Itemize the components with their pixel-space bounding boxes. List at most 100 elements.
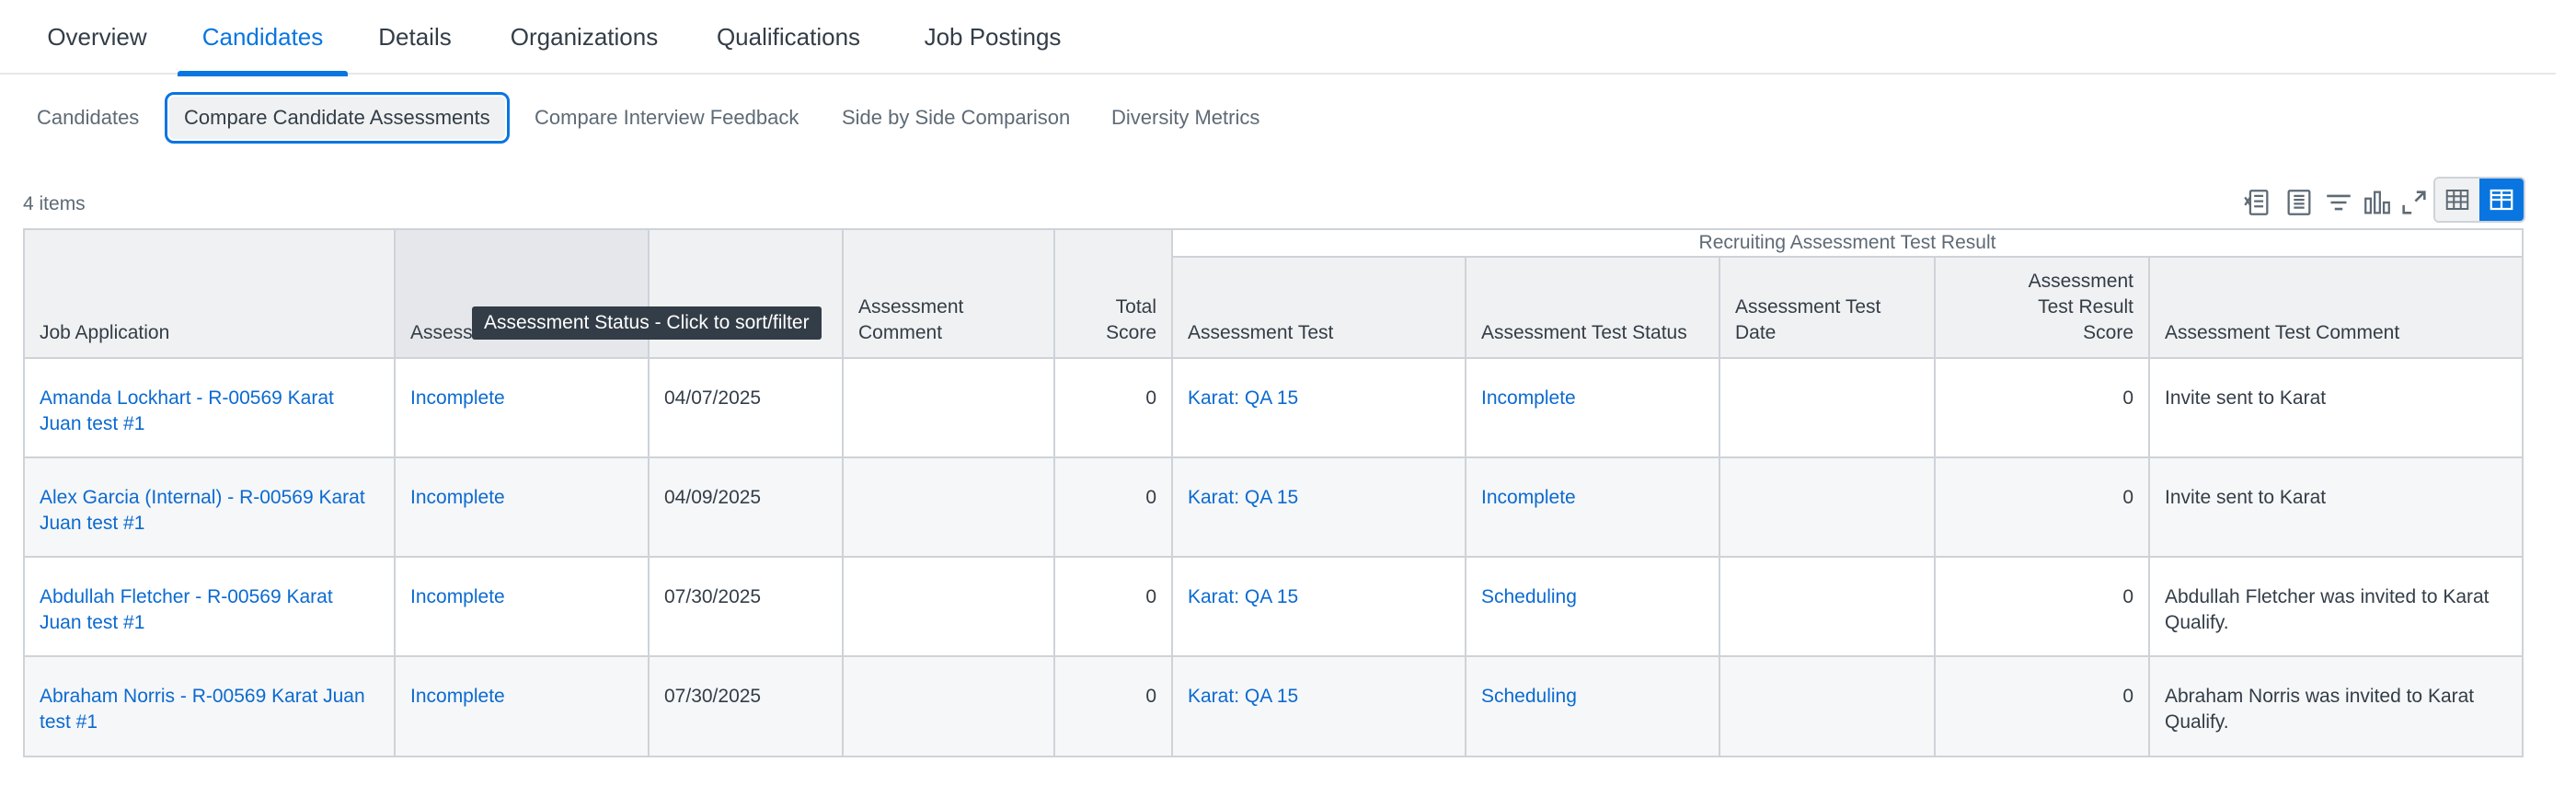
header-assessment-test-status[interactable]: Assessment Test Status bbox=[1466, 258, 1720, 359]
table-cell bbox=[1720, 359, 1936, 458]
subtab-compare-interview-feedback[interactable]: Compare Interview Feedback bbox=[535, 92, 799, 144]
table-cell: 0 bbox=[1055, 657, 1173, 757]
group-header-recruiting-assessment: Recruiting Assessment Test Result bbox=[1173, 230, 2524, 258]
header-assessment-date[interactable]: Assessment Date bbox=[650, 230, 844, 359]
tab-qualifications[interactable]: Qualifications bbox=[701, 0, 876, 75]
job-application-link[interactable]: Abdullah Fletcher - R-00569 Karat Juan t… bbox=[40, 586, 333, 633]
tab-job-postings[interactable]: Job Postings bbox=[906, 0, 1079, 75]
assessment-status-link[interactable]: Incomplete bbox=[410, 586, 505, 607]
column-header-label: Assessment Test Date bbox=[1735, 296, 1881, 343]
table-cell bbox=[1720, 558, 1936, 657]
column-header-label: Assessment Comment bbox=[858, 296, 964, 343]
table-cell: Incomplete bbox=[1466, 359, 1720, 458]
grid-view-icon bbox=[2490, 189, 2513, 211]
filter-icon bbox=[2327, 194, 2351, 211]
header-assessment-test-date[interactable]: Assessment Test Date bbox=[1720, 258, 1936, 359]
assessment-date: 04/07/2025 bbox=[664, 387, 762, 409]
job-application-link[interactable]: Abraham Norris - R-00569 Karat Juan test… bbox=[40, 686, 365, 733]
table-cell: Incomplete bbox=[396, 558, 650, 657]
view-toggle bbox=[2433, 177, 2525, 223]
assessment-status-link[interactable]: Incomplete bbox=[410, 487, 505, 508]
top-tab-bar: Overview Candidates Details Organization… bbox=[0, 0, 2556, 76]
export-pdf-button[interactable] bbox=[2281, 180, 2317, 225]
fullscreen-icon bbox=[2402, 191, 2426, 214]
header-assessment-test[interactable]: Assessment Test bbox=[1173, 258, 1466, 359]
table-cell: 0 bbox=[1936, 458, 2150, 558]
tab-details[interactable]: Details bbox=[361, 0, 469, 75]
column-header-label: Assessment Test Result Score bbox=[2028, 271, 2133, 343]
job-application-link[interactable]: Alex Garcia (Internal) - R-00569 Karat J… bbox=[40, 487, 365, 534]
table-cell: 0 bbox=[1055, 359, 1173, 458]
column-header-label: Total Score bbox=[1106, 296, 1156, 343]
table-cell: 04/07/2025 bbox=[650, 359, 844, 458]
header-assessment-test-result-score[interactable]: Assessment Test Result Score bbox=[1936, 258, 2150, 359]
table-cell: Abdullah Fletcher was invited to Karat Q… bbox=[2150, 558, 2524, 657]
tab-label: Details bbox=[378, 23, 452, 51]
assessment-test-link[interactable]: Karat: QA 15 bbox=[1188, 686, 1298, 707]
column-header-label: Assessment Test bbox=[1188, 322, 1334, 343]
table-cell bbox=[844, 359, 1055, 458]
fullscreen-button[interactable] bbox=[2396, 180, 2432, 225]
table-cell: Amanda Lockhart - R-00569 Karat Juan tes… bbox=[25, 359, 396, 458]
test-comment: Invite sent to Karat bbox=[2165, 387, 2327, 409]
column-header-label: Assessment Test Status bbox=[1481, 322, 1687, 343]
header-assessment-status[interactable]: Assessment Status bbox=[396, 230, 650, 359]
table-cell bbox=[844, 657, 1055, 757]
header-assessment-comment[interactable]: Assessment Comment bbox=[844, 230, 1055, 359]
assessment-test-status-link[interactable]: Scheduling bbox=[1481, 686, 1577, 707]
table-cell: Abraham Norris - R-00569 Karat Juan test… bbox=[25, 657, 396, 757]
assessment-test-status-link[interactable]: Incomplete bbox=[1481, 387, 1576, 409]
grid-view-button[interactable] bbox=[2479, 179, 2524, 221]
tab-overview[interactable]: Overview bbox=[26, 0, 168, 75]
subtab-compare-candidate-assessments[interactable]: Compare Candidate Assessments bbox=[165, 92, 510, 144]
column-header-label: Job Application bbox=[40, 322, 170, 343]
table-cell: 07/30/2025 bbox=[650, 558, 844, 657]
table-cell bbox=[1720, 657, 1936, 757]
table-view-button[interactable] bbox=[2435, 179, 2479, 221]
subtab-side-by-side-comparison[interactable]: Side by Side Comparison bbox=[842, 92, 1070, 144]
active-tab-indicator bbox=[178, 71, 348, 76]
assessments-grid: Recruiting Assessment Test Result Job Ap… bbox=[23, 228, 2524, 757]
tab-candidates[interactable]: Candidates bbox=[178, 0, 348, 76]
items-count: 4 items bbox=[23, 193, 86, 214]
job-application-link[interactable]: Amanda Lockhart - R-00569 Karat Juan tes… bbox=[40, 387, 334, 434]
table-cell: Incomplete bbox=[396, 458, 650, 558]
header-total-score[interactable]: Total Score bbox=[1055, 230, 1173, 359]
export-excel-button[interactable] bbox=[2238, 180, 2275, 225]
assessment-test-link[interactable]: Karat: QA 15 bbox=[1188, 387, 1298, 409]
table-cell: Invite sent to Karat bbox=[2150, 359, 2524, 458]
column-header-label: Assessment Test Comment bbox=[2165, 322, 2400, 343]
subtab-label: Side by Side Comparison bbox=[842, 106, 1071, 129]
table-cell: Scheduling bbox=[1466, 558, 1720, 657]
subtab-label: Compare Candidate Assessments bbox=[184, 106, 490, 129]
test-comment: Invite sent to Karat bbox=[2165, 487, 2327, 508]
table-cell: Invite sent to Karat bbox=[2150, 458, 2524, 558]
export-excel-icon bbox=[2244, 190, 2269, 215]
table-cell: 07/30/2025 bbox=[650, 657, 844, 757]
filter-button[interactable] bbox=[2320, 180, 2357, 225]
tab-label: Candidates bbox=[201, 23, 324, 51]
table-cell: Karat: QA 15 bbox=[1173, 359, 1466, 458]
tab-label: Overview bbox=[47, 23, 147, 51]
total-score: 0 bbox=[1145, 586, 1156, 607]
assessment-test-status-link[interactable]: Incomplete bbox=[1481, 487, 1576, 508]
assessment-test-link[interactable]: Karat: QA 15 bbox=[1188, 586, 1298, 607]
table-cell: 0 bbox=[1055, 458, 1173, 558]
assessment-test-status-link[interactable]: Scheduling bbox=[1481, 586, 1577, 607]
subtab-candidates[interactable]: Candidates bbox=[37, 92, 139, 144]
table-cell: 0 bbox=[1936, 558, 2150, 657]
total-score: 0 bbox=[1145, 686, 1156, 707]
assessment-status-link[interactable]: Incomplete bbox=[410, 387, 505, 409]
table-cell: 0 bbox=[1055, 558, 1173, 657]
test-comment: Abdullah Fletcher was invited to Karat Q… bbox=[2165, 586, 2490, 633]
header-assessment-test-comment[interactable]: Assessment Test Comment bbox=[2150, 258, 2524, 359]
result-score: 0 bbox=[2122, 686, 2133, 707]
assessment-status-link[interactable]: Incomplete bbox=[410, 686, 505, 707]
table-cell: Incomplete bbox=[396, 657, 650, 757]
chart-button[interactable] bbox=[2359, 180, 2396, 225]
table-cell: 04/09/2025 bbox=[650, 458, 844, 558]
subtab-diversity-metrics[interactable]: Diversity Metrics bbox=[1111, 92, 1259, 144]
header-job-application[interactable]: Job Application bbox=[25, 230, 396, 359]
assessment-test-link[interactable]: Karat: QA 15 bbox=[1188, 487, 1298, 508]
tab-organizations[interactable]: Organizations bbox=[497, 0, 672, 75]
